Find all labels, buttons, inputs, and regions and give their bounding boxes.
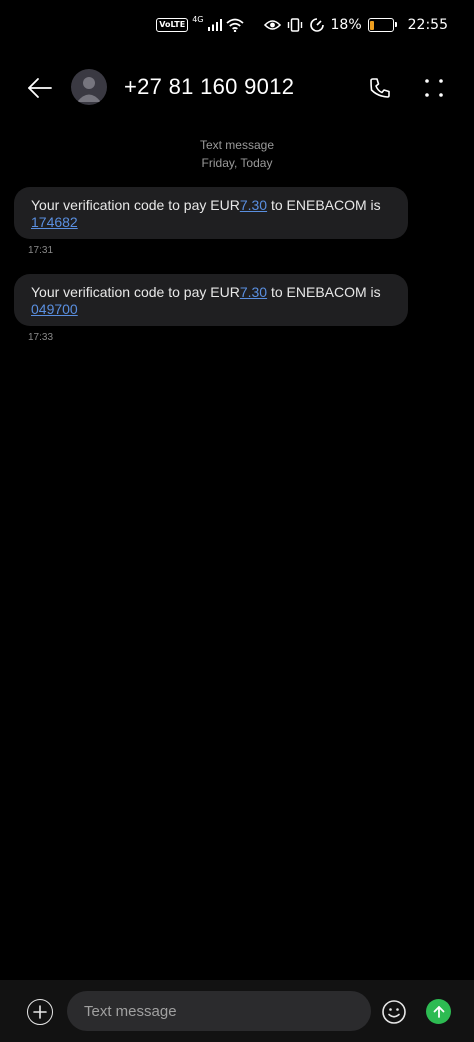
amount-link[interactable]: 7.30 xyxy=(240,284,267,300)
message-input[interactable] xyxy=(67,991,371,1031)
more-dots-icon xyxy=(425,79,443,97)
network-type-label: 4G xyxy=(192,14,204,24)
message-bubble[interactable]: Your verification code to pay EUR7.30 to… xyxy=(14,187,408,239)
battery-icon xyxy=(367,18,397,32)
message-time: 17:33 xyxy=(28,332,54,343)
message-bubble[interactable]: Your verification code to pay EUR7.30 to… xyxy=(14,274,408,326)
contact-title[interactable]: +27 81 160 9012 xyxy=(124,74,294,100)
eye-icon xyxy=(263,20,281,30)
status-bar: VoLTE 4G 18% 22:55 xyxy=(0,0,474,50)
back-button[interactable] xyxy=(22,70,58,106)
signal-icon xyxy=(207,19,222,31)
person-icon xyxy=(77,77,101,102)
status-clock: 22:55 xyxy=(407,17,448,33)
more-options-button[interactable] xyxy=(420,72,448,104)
verification-code-link[interactable]: 174682 xyxy=(31,214,78,230)
emoji-button[interactable] xyxy=(381,999,407,1025)
message-composer xyxy=(0,980,474,1042)
amount-link[interactable]: 7.30 xyxy=(240,197,267,213)
channel-label: Text message xyxy=(199,138,275,152)
data-saver-icon xyxy=(309,18,324,32)
send-button[interactable] xyxy=(426,999,451,1024)
message-time: 17:31 xyxy=(28,245,54,256)
avatar[interactable] xyxy=(71,69,107,105)
phone-icon xyxy=(370,78,390,98)
conversation-meta: Text message Friday, Today xyxy=(0,136,474,172)
vibrate-icon xyxy=(287,18,302,32)
messaging-screen: VoLTE 4G 18% 22:55 +27 81 160 9012 Text … xyxy=(0,0,474,1042)
date-label: Friday, Today xyxy=(201,156,273,170)
send-arrow-icon xyxy=(433,1005,444,1018)
message-text: to ENEBACOM is xyxy=(267,197,381,213)
system-indicators: 18% 22:55 xyxy=(263,17,448,33)
message-text: to ENEBACOM is xyxy=(267,284,381,300)
back-arrow-icon xyxy=(28,78,52,98)
battery-percent: 18% xyxy=(330,17,362,33)
emoji-icon xyxy=(382,1000,406,1024)
add-attachment-button[interactable] xyxy=(27,999,53,1025)
message-text: Your verification code to pay EUR xyxy=(31,284,240,300)
verification-code-link[interactable]: 049700 xyxy=(31,301,78,317)
conversation-header: +27 81 160 9012 xyxy=(0,62,474,114)
network-indicators: VoLTE 4G xyxy=(156,14,244,32)
wifi-icon xyxy=(225,18,244,32)
volte-icon: VoLTE xyxy=(156,18,189,32)
call-button[interactable] xyxy=(364,72,396,104)
battery-fill xyxy=(370,20,374,30)
message-text: Your verification code to pay EUR xyxy=(31,197,240,213)
add-icon xyxy=(33,1005,47,1019)
